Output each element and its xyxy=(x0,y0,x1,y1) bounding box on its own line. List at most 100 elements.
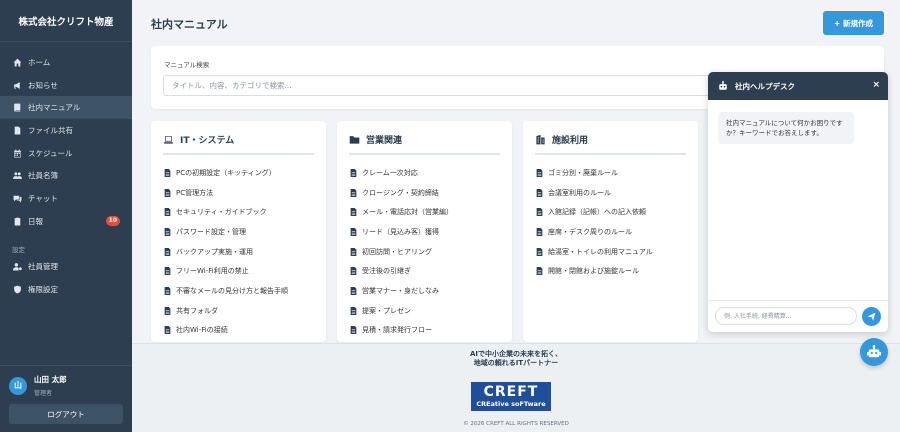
document-icon xyxy=(164,208,171,217)
clipboard-icon xyxy=(12,216,22,226)
sidebar-item-schedule[interactable]: スケジュール xyxy=(0,142,132,165)
chat-icon xyxy=(12,193,22,203)
building-icon xyxy=(535,134,546,145)
logout-button[interactable]: ログアウト xyxy=(9,404,123,424)
sidebar-item-files[interactable]: ファイル共有 xyxy=(0,119,132,142)
category-header: 施設利用 xyxy=(535,133,686,155)
brand-name[interactable]: 株式会社クリフト物産 xyxy=(0,0,132,42)
manual-link[interactable]: バックアップ実施・運用 xyxy=(151,242,326,262)
category-title: 施設利用 xyxy=(552,136,589,146)
creft-logo: CREFT CREative soFTware xyxy=(471,382,551,411)
manual-link[interactable]: フリーWi-Fi利用の禁止 xyxy=(151,261,326,281)
manual-link-label: リード（見込み客）獲得 xyxy=(362,227,439,236)
paper-plane-icon xyxy=(867,312,876,321)
manual-link[interactable]: 営業マナー・身だしなみ xyxy=(337,281,512,301)
sidebar-item-daily-report[interactable]: 日報 10 xyxy=(0,210,132,233)
chat-title: 社内ヘルプデスク xyxy=(735,81,795,91)
shield-icon xyxy=(12,285,22,295)
manual-link[interactable]: 共有フォルダ xyxy=(151,301,326,321)
sidebar-item-label: 社員管理 xyxy=(28,262,58,272)
manual-link[interactable]: 受注後の引継ぎ xyxy=(337,261,512,281)
manual-link[interactable]: 入館記録（記帳）への記入依頼 xyxy=(523,202,698,222)
new-manual-button[interactable]: + 新規作成 xyxy=(823,11,884,35)
chat-bot-message: 社内マニュアルについて何かお困りですか？キーワードでお答えします。 xyxy=(718,112,854,144)
manual-link-label: 給湯室・トイレの利用マニュアル xyxy=(548,247,653,256)
sidebar-item-label: 社内マニュアル xyxy=(28,103,81,113)
sidebar-item-manual[interactable]: 社内マニュアル xyxy=(0,96,132,120)
document-icon xyxy=(164,188,171,197)
manual-link[interactable]: ゴミ分別・廃棄ルール xyxy=(523,163,698,183)
manual-link-label: 初回訪問・ヒアリング xyxy=(362,247,432,256)
sidebar-item-chat[interactable]: チャット xyxy=(0,187,132,210)
close-icon[interactable]: × xyxy=(872,80,880,90)
document-icon xyxy=(350,326,357,335)
calendar-icon xyxy=(12,148,22,158)
manual-link[interactable]: PCの初期設定（キッティング） xyxy=(151,163,326,183)
manual-link[interactable]: クロージング・契約締結 xyxy=(337,183,512,203)
footer-tagline: AIで中小企業の未来を拓く、 地域の頼れるITパートナー xyxy=(132,350,900,368)
manual-link-label: 見積・請求発行フロー xyxy=(362,326,432,335)
manual-link-label: 座席・デスク周りのルール xyxy=(548,227,632,236)
user-panel: 山 山田 太郎 管理者 ログアウト xyxy=(0,365,132,424)
document-icon xyxy=(536,227,543,236)
document-icon xyxy=(164,247,171,256)
send-button[interactable] xyxy=(862,307,881,326)
document-icon xyxy=(536,188,543,197)
manual-link[interactable]: 会議室利用のルール xyxy=(523,183,698,203)
manual-link[interactable]: メール・電話応対（営業編） xyxy=(337,202,512,222)
manual-link[interactable]: 座席・デスク周りのルール xyxy=(523,222,698,242)
manual-link[interactable]: PC管理方法 xyxy=(151,183,326,203)
avatar: 山 xyxy=(9,376,27,395)
folder-icon xyxy=(349,134,360,145)
category-title: 営業関連 xyxy=(366,136,403,146)
document-icon xyxy=(350,168,357,177)
document-icon xyxy=(164,267,171,276)
manual-link-label: 会議室利用のルール xyxy=(548,188,611,197)
sidebar-item-news[interactable]: お知らせ xyxy=(0,74,132,97)
sidebar-item-home[interactable]: ホーム xyxy=(0,51,132,74)
category-card-facilities: 施設利用 ゴミ分別・廃棄ルール 会議室利用のルール 入館記録（記帳）への記入依頼… xyxy=(523,121,698,342)
category-list: クレーム一次対応 クロージング・契約締結 メール・電話応対（営業編） リード（見… xyxy=(337,163,512,340)
document-icon xyxy=(164,326,171,335)
page-title: 社内マニュアル xyxy=(151,18,228,31)
manual-link[interactable]: 開館・閉館および施錠ルール xyxy=(523,261,698,281)
manual-link[interactable]: 見積・請求発行フロー xyxy=(337,321,512,341)
sidebar-item-label: チャット xyxy=(28,193,58,203)
user-gear-icon xyxy=(12,262,22,272)
manual-link[interactable]: 不審なメールの見分け方と報告手順 xyxy=(151,281,326,301)
footer: AIで中小企業の未来を拓く、 地域の頼れるITパートナー CREFT CREat… xyxy=(132,343,900,432)
manual-link[interactable]: 提案・プレゼン xyxy=(337,301,512,321)
manual-link-label: クレーム一次対応 xyxy=(362,168,418,177)
chat-toggle-button[interactable] xyxy=(860,338,888,366)
document-icon xyxy=(350,227,357,236)
helpdesk-chat-panel: 社内ヘルプデスク × 社内マニュアルについて何かお困りですか？キーワードでお答え… xyxy=(708,72,888,332)
tagline-line-1: AIで中小企業の未来を拓く、 xyxy=(469,350,563,358)
manual-link[interactable]: 社内Wi-Fiの接続 xyxy=(151,321,326,341)
chat-input[interactable] xyxy=(715,307,857,325)
document-icon xyxy=(536,247,543,256)
manual-link-label: バックアップ実施・運用 xyxy=(176,247,253,256)
sidebar-item-label: 権限設定 xyxy=(28,285,58,295)
manual-link[interactable]: 給湯室・トイレの利用マニュアル xyxy=(523,242,698,262)
manual-link-label: セキュリティ・ガイドブック xyxy=(176,208,267,217)
category-header: IT・システム xyxy=(163,133,314,155)
tagline-line-2: 地域の頼れるITパートナー xyxy=(473,359,559,367)
settings-section-label: 設定 xyxy=(12,245,25,254)
sidebar-item-label: ファイル共有 xyxy=(28,125,73,135)
manual-link[interactable]: セキュリティ・ガイドブック xyxy=(151,202,326,222)
manual-link[interactable]: リード（見込み客）獲得 xyxy=(337,222,512,242)
manual-link-label: 不審なメールの見分け方と報告手順 xyxy=(176,286,288,295)
document-icon xyxy=(350,286,357,295)
sidebar-item-permissions[interactable]: 権限設定 xyxy=(0,278,132,301)
manual-link[interactable]: クレーム一次対応 xyxy=(337,163,512,183)
sidebar-item-employee-admin[interactable]: 社員管理 xyxy=(0,256,132,279)
manual-link[interactable]: パスワード設定・管理 xyxy=(151,222,326,242)
document-icon xyxy=(164,286,171,295)
sidebar-item-directory[interactable]: 社員名簿 xyxy=(0,164,132,187)
manual-link-label: PC管理方法 xyxy=(176,188,214,197)
book-icon xyxy=(12,103,22,113)
category-list: ゴミ分別・廃棄ルール 会議室利用のルール 入館記録（記帳）への記入依頼 座席・デ… xyxy=(523,163,698,281)
manual-link[interactable]: 初回訪問・ヒアリング xyxy=(337,242,512,262)
document-icon xyxy=(536,208,543,217)
category-card-it: IT・システム PCの初期設定（キッティング） PC管理方法 セキュリティ・ガイ… xyxy=(151,121,326,342)
